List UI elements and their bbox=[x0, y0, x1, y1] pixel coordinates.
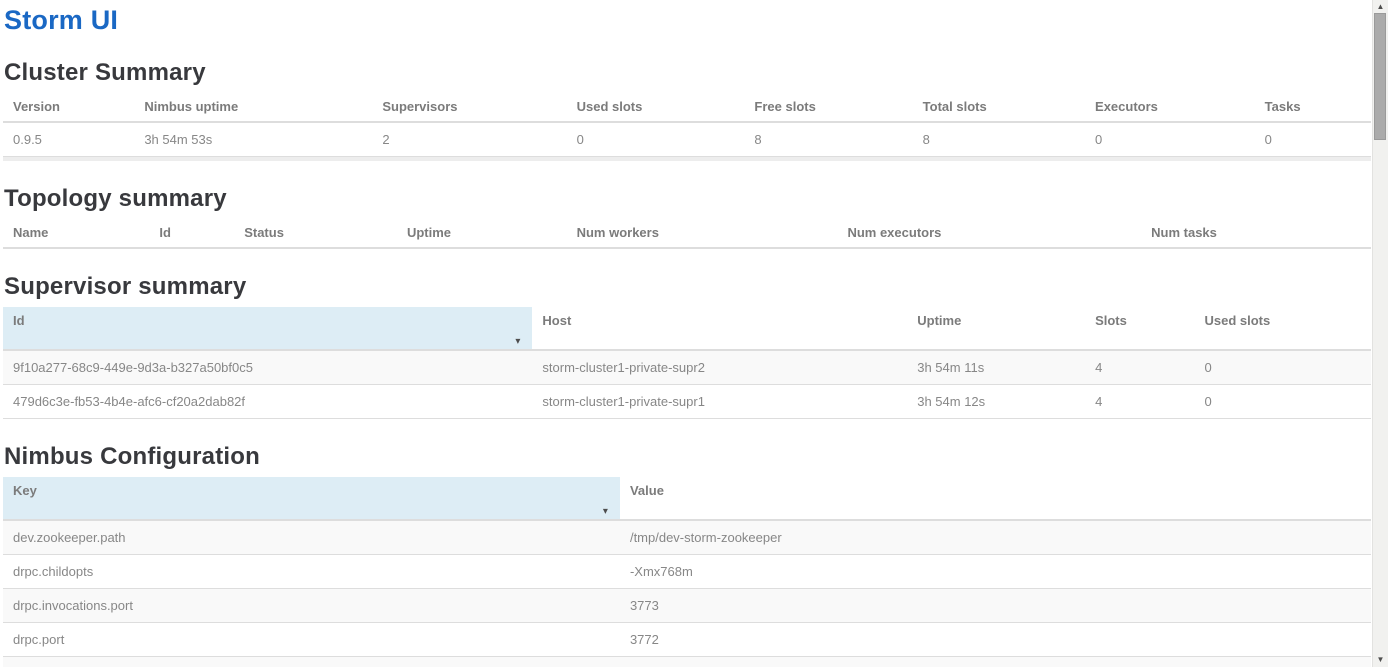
key-cell: drpc.childopts bbox=[3, 555, 620, 589]
column-header-slots[interactable]: Slots bbox=[1085, 307, 1194, 350]
table-row: drpc.invocations.port3773 bbox=[3, 589, 1371, 623]
used-slots-cell: 0 bbox=[1195, 385, 1372, 419]
slots-cell: 4 bbox=[1085, 385, 1194, 419]
column-header-nimbus-uptime[interactable]: Nimbus uptime bbox=[134, 93, 372, 122]
storm-ui-home-link[interactable]: Storm UI bbox=[4, 5, 118, 35]
host-cell: storm-cluster1-private-supr1 bbox=[532, 385, 907, 419]
version-cell: 0.9.5 bbox=[3, 122, 134, 157]
column-header-value[interactable]: Value bbox=[620, 477, 1371, 520]
scrollbar-down-icon[interactable]: ▼ bbox=[1373, 653, 1388, 666]
column-header-id[interactable]: Id bbox=[149, 219, 234, 248]
id-cell: 479d6c3e-fb53-4b4e-afc6-cf20a2dab82f bbox=[3, 385, 532, 419]
supervisor-summary-heading: Supervisor summary bbox=[4, 273, 1371, 301]
page-title: Storm UI bbox=[4, 5, 1371, 35]
id-cell: 9f10a277-68c9-449e-9d3a-b327a50bf0c5 bbox=[3, 350, 532, 385]
topology-summary-heading: Topology summary bbox=[4, 185, 1371, 213]
column-header-executors[interactable]: Executors bbox=[1085, 93, 1255, 122]
cluster-summary-table: VersionNimbus uptimeSupervisorsUsed slot… bbox=[3, 93, 1371, 157]
table-row: drpc.childopts-Xmx768m bbox=[3, 555, 1371, 589]
column-header-status[interactable]: Status bbox=[234, 219, 397, 248]
column-header-uptime[interactable]: Uptime bbox=[907, 307, 1085, 350]
value-cell: /tmp/dev-storm-zookeeper bbox=[620, 520, 1371, 555]
column-header-host[interactable]: Host bbox=[532, 307, 907, 350]
cluster-table-footer-band bbox=[3, 157, 1371, 161]
column-header-uptime[interactable]: Uptime bbox=[397, 219, 567, 248]
table-row: drpc.port3772 bbox=[3, 623, 1371, 657]
column-header-tasks[interactable]: Tasks bbox=[1255, 93, 1371, 122]
supervisor-summary-table: Id▾HostUptimeSlotsUsed slots9f10a277-68c… bbox=[3, 307, 1371, 419]
uptime-cell: 3h 54m 11s bbox=[907, 350, 1085, 385]
free-slots-cell: 8 bbox=[744, 122, 912, 157]
table-header-row: Key▾Value bbox=[3, 477, 1371, 520]
key-cell: drpc.queue.size bbox=[3, 657, 620, 667]
used-slots-cell: 0 bbox=[567, 122, 745, 157]
host-cell: storm-cluster1-private-supr2 bbox=[532, 350, 907, 385]
tasks-cell: 0 bbox=[1255, 122, 1371, 157]
value-cell: 3772 bbox=[620, 623, 1371, 657]
table-header-row: Id▾HostUptimeSlotsUsed slots bbox=[3, 307, 1371, 350]
value-cell: 3773 bbox=[620, 589, 1371, 623]
nimbus-configuration-heading: Nimbus Configuration bbox=[4, 443, 1371, 471]
column-header-key[interactable]: Key▾ bbox=[3, 477, 620, 520]
sort-descending-icon: ▾ bbox=[515, 337, 520, 347]
vertical-scrollbar[interactable]: ▲ ▼ bbox=[1372, 0, 1388, 667]
table-row: 9f10a277-68c9-449e-9d3a-b327a50bf0c5stor… bbox=[3, 350, 1371, 385]
column-header-used-slots[interactable]: Used slots bbox=[1195, 307, 1372, 350]
table-row: 0.9.53h 54m 53s208800 bbox=[3, 122, 1371, 157]
key-cell: drpc.invocations.port bbox=[3, 589, 620, 623]
executors-cell: 0 bbox=[1085, 122, 1255, 157]
table-row: drpc.queue.size128 bbox=[3, 657, 1371, 667]
storm-ui-page: Storm UI Cluster Summary VersionNimbus u… bbox=[3, 5, 1371, 667]
table-row: 479d6c3e-fb53-4b4e-afc6-cf20a2dab82fstor… bbox=[3, 385, 1371, 419]
scrollbar-thumb[interactable] bbox=[1374, 13, 1386, 140]
column-header-id[interactable]: Id▾ bbox=[3, 307, 532, 350]
column-header-name[interactable]: Name bbox=[3, 219, 149, 248]
key-cell: drpc.port bbox=[3, 623, 620, 657]
column-header-num-tasks[interactable]: Num tasks bbox=[1141, 219, 1371, 248]
column-header-total-slots[interactable]: Total slots bbox=[913, 93, 1085, 122]
total-slots-cell: 8 bbox=[913, 122, 1085, 157]
value-cell: -Xmx768m bbox=[620, 555, 1371, 589]
column-header-supervisors[interactable]: Supervisors bbox=[372, 93, 566, 122]
cluster-summary-heading: Cluster Summary bbox=[4, 59, 1371, 87]
key-cell: dev.zookeeper.path bbox=[3, 520, 620, 555]
column-header-free-slots[interactable]: Free slots bbox=[744, 93, 912, 122]
table-header-row: VersionNimbus uptimeSupervisorsUsed slot… bbox=[3, 93, 1371, 122]
slots-cell: 4 bbox=[1085, 350, 1194, 385]
topology-summary-table: NameIdStatusUptimeNum workersNum executo… bbox=[3, 219, 1371, 249]
nimbus-uptime-cell: 3h 54m 53s bbox=[134, 122, 372, 157]
table-header-row: NameIdStatusUptimeNum workersNum executo… bbox=[3, 219, 1371, 248]
value-cell: 128 bbox=[620, 657, 1371, 667]
column-header-used-slots[interactable]: Used slots bbox=[567, 93, 745, 122]
used-slots-cell: 0 bbox=[1195, 350, 1372, 385]
table-row: dev.zookeeper.path/tmp/dev-storm-zookeep… bbox=[3, 520, 1371, 555]
nimbus-configuration-table: Key▾Valuedev.zookeeper.path/tmp/dev-stor… bbox=[3, 477, 1371, 667]
sort-descending-icon: ▾ bbox=[603, 507, 608, 517]
column-header-num-executors[interactable]: Num executors bbox=[837, 219, 1141, 248]
supervisors-cell: 2 bbox=[372, 122, 566, 157]
column-header-version[interactable]: Version bbox=[3, 93, 134, 122]
uptime-cell: 3h 54m 12s bbox=[907, 385, 1085, 419]
scrollbar-up-icon[interactable]: ▲ bbox=[1373, 0, 1388, 13]
column-header-num-workers[interactable]: Num workers bbox=[567, 219, 838, 248]
